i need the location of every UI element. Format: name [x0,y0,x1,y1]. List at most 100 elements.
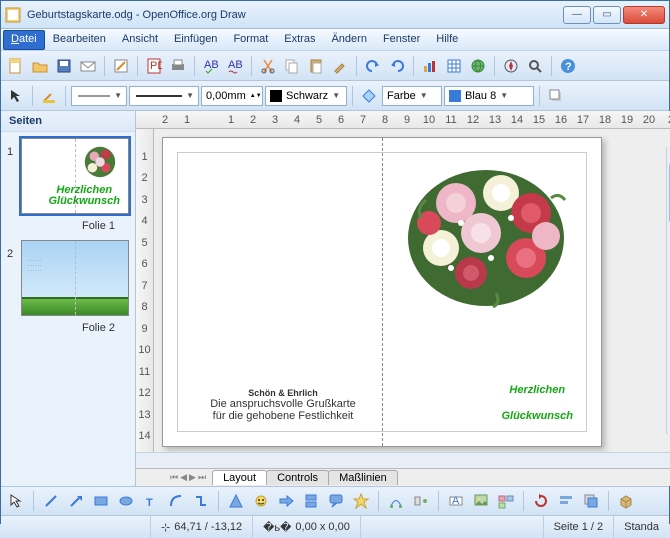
scrollbar-vertical[interactable] [666,147,670,434]
arrange-tool[interactable] [580,490,602,512]
menu-einfuegen[interactable]: Einfügen [166,30,225,50]
fill-type-dropdown[interactable]: Farbe▼ [382,86,442,106]
layer-tabs: ⏮◀▶⏭ Layout Controls Maßlinien [136,468,670,486]
status-coords: ⊹64,71 / -13,12 [151,516,253,538]
basic-shapes-tool[interactable] [225,490,247,512]
help-button[interactable]: ? [557,55,579,77]
menu-datei[interactable]: Datei [3,30,45,50]
fill-color-label: Blau 8 [465,90,496,102]
format-paintbrush-button[interactable] [329,55,351,77]
page[interactable]: HerzlichenGlückwunsch Schön & Ehrlich Di… [162,137,602,447]
paste-button[interactable] [305,55,327,77]
menu-extras[interactable]: Extras [276,30,323,50]
text-tool[interactable]: T [140,490,162,512]
print-button[interactable] [167,55,189,77]
arrow-style-dropdown[interactable]: ▼ [71,86,127,106]
fill-color-dropdown[interactable]: Blau 8▼ [444,86,534,106]
main-area: Seiten 1 HerzlichenGlückwunsch · · · Fol… [1,111,669,486]
canvas-area: 2112345678910111213141516171819202 12345… [136,111,670,486]
from-file-tool[interactable] [470,490,492,512]
arrow-line-tool[interactable] [65,490,87,512]
status-page: Seite 1 / 2 [544,516,615,538]
block-arrows-tool[interactable] [275,490,297,512]
align-tool[interactable] [555,490,577,512]
svg-text:ABC: ABC [228,59,243,71]
app-icon [5,7,21,23]
email-button[interactable] [77,55,99,77]
tab-controls[interactable]: Controls [266,470,329,485]
rotate-tool[interactable] [530,490,552,512]
points-tool[interactable] [385,490,407,512]
gallery-tool[interactable] [495,490,517,512]
line-color-button[interactable] [38,85,60,107]
shadow-button[interactable] [545,85,567,107]
slide-thumbnail[interactable]: · · · · · ·· · · · · ·· · · · · · [21,240,129,316]
rectangle-tool[interactable] [90,490,112,512]
line-color-dropdown[interactable]: Schwarz▼ [265,86,347,106]
select-tool[interactable] [5,490,27,512]
line-tool[interactable] [40,490,62,512]
statusbar: ⊹64,71 / -13,12 �ь�0,00 x 0,00 Seite 1 /… [1,516,669,538]
line-width-field[interactable]: 0,00mm▲▼ [201,86,263,106]
new-button[interactable] [5,55,27,77]
extrusion-tool[interactable] [615,490,637,512]
status-layout: Standa [614,516,669,538]
open-button[interactable] [29,55,51,77]
zoom-button[interactable] [524,55,546,77]
toolbar-line-fill: ▼ ▼ 0,00mm▲▼ Schwarz▼ Farbe▼ Blau 8▼ [1,81,669,111]
page-viewport[interactable]: HerzlichenGlückwunsch Schön & Ehrlich Di… [154,129,670,452]
slide-2[interactable]: 2 · · · · · ·· · · · · ·· · · · · · [7,240,129,316]
spellcheck-button[interactable]: ABC [200,55,222,77]
navigator-button[interactable] [500,55,522,77]
undo-button[interactable] [362,55,384,77]
fill-color-button[interactable] [358,85,380,107]
titlebar: Geburtstagskarte.odg - OpenOffice.org Dr… [1,1,669,29]
slide-1[interactable]: 1 HerzlichenGlückwunsch · · · [7,138,129,214]
symbol-shapes-tool[interactable] [250,490,272,512]
ellipse-tool[interactable] [115,490,137,512]
fontwork-tool[interactable]: A [445,490,467,512]
tab-masslinien[interactable]: Maßlinien [328,470,398,485]
edit-button[interactable] [110,55,132,77]
connector-tool[interactable] [190,490,212,512]
save-button[interactable] [53,55,75,77]
bouquet-icon [78,143,122,181]
line-width-value: 0,00mm [206,90,246,102]
flowchart-tool[interactable] [300,490,322,512]
cut-button[interactable] [257,55,279,77]
minimize-button[interactable]: — [563,6,591,24]
table-button[interactable] [443,55,465,77]
maximize-button[interactable]: ▭ [593,6,621,24]
slides-panel-header: Seiten [1,111,135,132]
close-button[interactable]: ✕ [623,6,665,24]
menu-format[interactable]: Format [225,30,276,50]
tab-nav[interactable]: ⏮◀▶⏭ [170,472,206,483]
arrow-tool-button[interactable] [5,85,27,107]
autospell-button[interactable]: ABC [224,55,246,77]
menubar: Datei Bearbeiten Ansicht Einfügen Format… [1,29,669,51]
tab-layout[interactable]: Layout [212,470,267,485]
stars-tool[interactable] [350,490,372,512]
slide-thumbnail[interactable]: HerzlichenGlückwunsch · · · [21,138,129,214]
slide-number: 1 [7,138,17,158]
hyperlink-button[interactable] [467,55,489,77]
pdf-button[interactable]: PDF [143,55,165,77]
chart-button[interactable] [419,55,441,77]
svg-text:?: ? [565,61,572,73]
glue-points-tool[interactable] [410,490,432,512]
callouts-tool[interactable] [325,490,347,512]
menu-bearbeiten[interactable]: Bearbeiten [45,30,114,50]
menu-ansicht[interactable]: Ansicht [114,30,166,50]
slide-label: Folie 2 [7,320,129,342]
menu-aendern[interactable]: Ändern [323,30,374,50]
curve-tool[interactable] [165,490,187,512]
copy-button[interactable] [281,55,303,77]
menu-fenster[interactable]: Fenster [375,30,428,50]
redo-button[interactable] [386,55,408,77]
status-size: �ь�0,00 x 0,00 [253,516,361,538]
greeting-text: HerzlichenGlückwunsch [501,372,573,424]
menu-hilfe[interactable]: Hilfe [428,30,466,50]
line-style-dropdown[interactable]: ▼ [129,86,199,106]
toolbar-shapes: T A [1,486,669,516]
scrollbar-horizontal[interactable] [136,452,670,468]
